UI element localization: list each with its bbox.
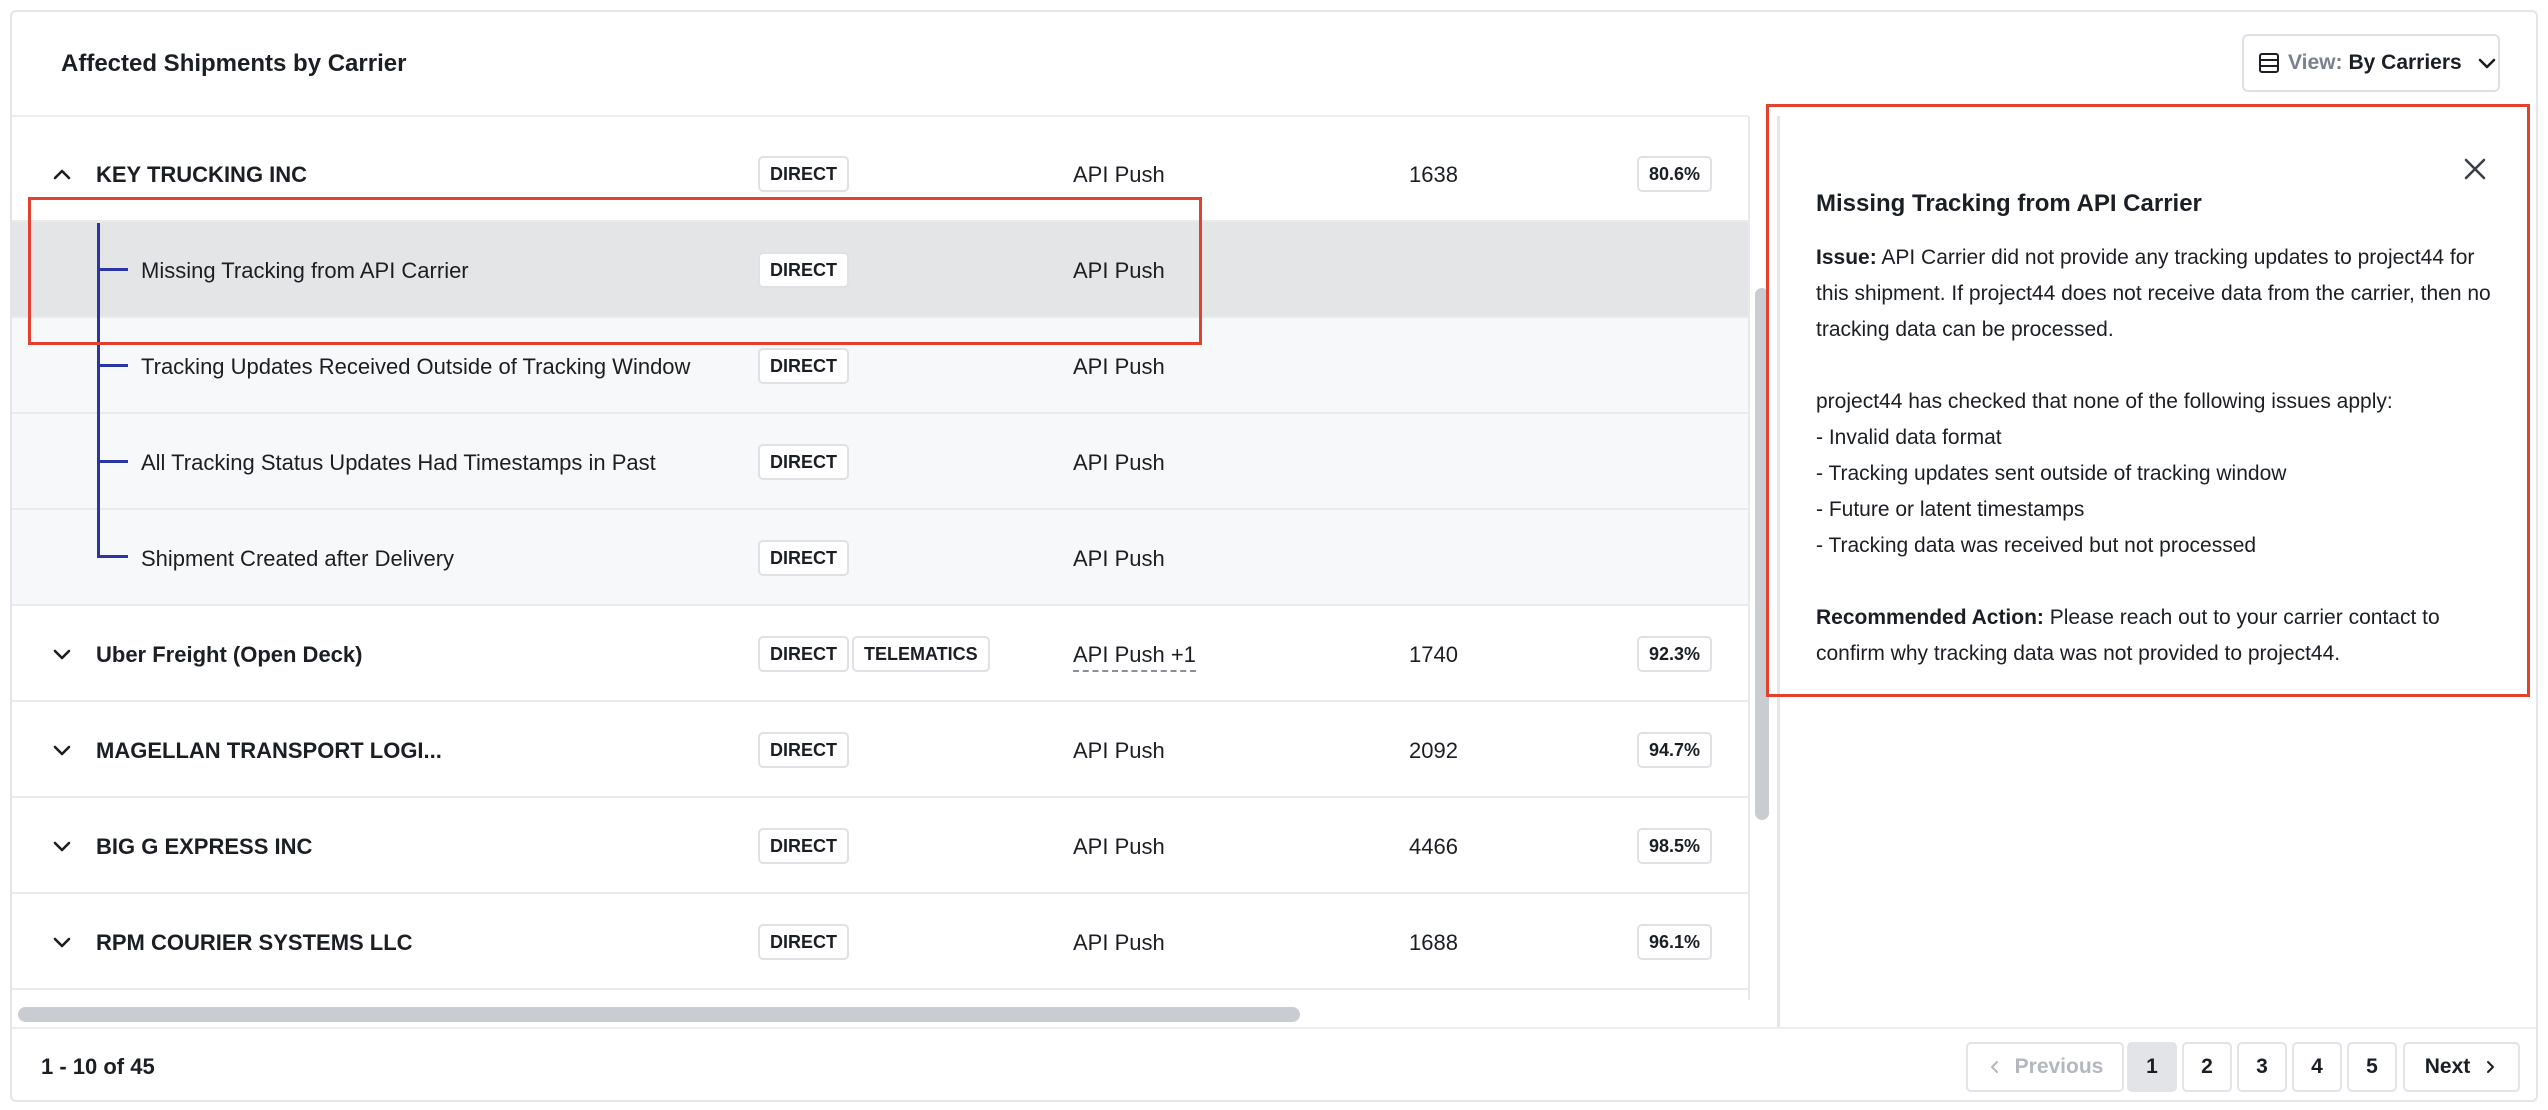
page-button-2[interactable]: 2 xyxy=(2182,1042,2232,1092)
table-row-carrier[interactable]: BIG G EXPRESS INC DIRECT API Push 4466 9… xyxy=(12,798,1748,894)
tag-badge: DIRECT xyxy=(758,156,849,192)
table-row-issue[interactable]: All Tracking Status Updates Had Timestam… xyxy=(12,414,1748,510)
integration-type: API Push xyxy=(1073,834,1165,859)
table-row-issue[interactable]: Shipment Created after Delivery DIRECT A… xyxy=(12,510,1748,606)
chevron-down-icon[interactable] xyxy=(48,640,76,668)
highlight-box-detail-panel xyxy=(1766,104,2530,697)
integration-type: API Push xyxy=(1073,738,1165,763)
tag-badge: DIRECT xyxy=(758,540,849,576)
percent-badge: 98.5% xyxy=(1636,828,1712,864)
percent-badge: 80.6% xyxy=(1636,156,1712,192)
chevron-down-icon[interactable] xyxy=(48,928,76,956)
chevron-down-icon[interactable] xyxy=(48,736,76,764)
chevron-left-icon xyxy=(1990,1061,1998,1073)
shipment-count: 2092 xyxy=(1409,738,1458,763)
carrier-name: MAGELLAN TRANSPORT LOGI... xyxy=(96,738,442,763)
tag-badge: DIRECT xyxy=(758,732,849,768)
chevron-down-icon xyxy=(2478,58,2496,69)
page-button-3[interactable]: 3 xyxy=(2237,1042,2287,1092)
shipment-count: 4466 xyxy=(1409,834,1458,859)
table-right-border xyxy=(1748,116,1750,1000)
tag-badge: DIRECT xyxy=(758,828,849,864)
integration-type: API Push xyxy=(1073,354,1165,379)
highlight-box-selected-row xyxy=(28,197,1202,345)
previous-page-button[interactable]: Previous xyxy=(1966,1042,2124,1092)
carrier-name: KEY TRUCKING INC xyxy=(96,162,308,187)
carrier-name: Uber Freight (Open Deck) xyxy=(96,642,363,667)
chevron-up-icon[interactable] xyxy=(48,160,76,188)
shipment-count: 1688 xyxy=(1409,930,1458,955)
previous-label: Previous xyxy=(2014,1055,2104,1078)
page-button-5[interactable]: 5 xyxy=(2347,1042,2397,1092)
view-selector-button[interactable]: View: By Carriers xyxy=(2242,34,2500,92)
tree-connector-branch xyxy=(97,460,128,463)
tag-badge: DIRECT xyxy=(758,924,849,960)
tag-badge: DIRECT xyxy=(758,348,849,384)
carrier-name: RPM COURIER SYSTEMS LLC xyxy=(96,930,413,955)
integration-type-more[interactable]: API Push +1 xyxy=(1073,642,1196,672)
tag-badge: TELEMATICS xyxy=(852,636,990,672)
table-row-carrier[interactable]: RPM COURIER SYSTEMS LLC DIRECT API Push … xyxy=(12,894,1748,990)
table-icon xyxy=(2259,53,2279,73)
header-divider xyxy=(12,115,1748,117)
table-row-carrier[interactable]: MAGELLAN TRANSPORT LOGI... DIRECT API Pu… xyxy=(12,702,1748,798)
chevron-right-icon xyxy=(2487,1061,2495,1073)
horizontal-scrollbar[interactable] xyxy=(18,1007,1300,1022)
tag-badge: DIRECT xyxy=(758,636,849,672)
shipment-count: 1740 xyxy=(1409,642,1458,667)
percent-badge: 96.1% xyxy=(1636,924,1712,960)
integration-type: API Push xyxy=(1073,162,1165,187)
carrier-name: BIG G EXPRESS INC xyxy=(96,834,313,859)
integration-type: API Push xyxy=(1073,930,1165,955)
next-label: Next xyxy=(2424,1055,2471,1078)
integration-type: API Push xyxy=(1073,450,1165,475)
page-button-1[interactable]: 1 xyxy=(2127,1042,2177,1092)
next-page-button[interactable]: Next xyxy=(2403,1042,2520,1092)
footer-divider xyxy=(12,1027,2536,1029)
shipment-count: 1638 xyxy=(1409,162,1458,187)
page-title: Affected Shipments by Carrier xyxy=(61,50,407,77)
page-button-4[interactable]: 4 xyxy=(2292,1042,2342,1092)
table-row-carrier[interactable]: Uber Freight (Open Deck) DIRECT TELEMATI… xyxy=(12,606,1748,702)
view-value: By Carriers xyxy=(2348,51,2462,74)
issue-name: Shipment Created after Delivery xyxy=(141,546,455,571)
issue-name: Tracking Updates Received Outside of Tra… xyxy=(141,354,691,379)
pagination-range: 1 - 10 of 45 xyxy=(41,1054,155,1079)
chevron-down-icon[interactable] xyxy=(48,832,76,860)
integration-type: API Push xyxy=(1073,546,1165,571)
tag-badge: DIRECT xyxy=(758,444,849,480)
view-label: View: xyxy=(2288,51,2343,74)
percent-badge: 92.3% xyxy=(1636,636,1712,672)
percent-badge: 94.7% xyxy=(1636,732,1712,768)
tree-connector-branch xyxy=(97,364,128,367)
issue-name: All Tracking Status Updates Had Timestam… xyxy=(141,450,656,475)
tree-connector-branch xyxy=(97,555,128,558)
